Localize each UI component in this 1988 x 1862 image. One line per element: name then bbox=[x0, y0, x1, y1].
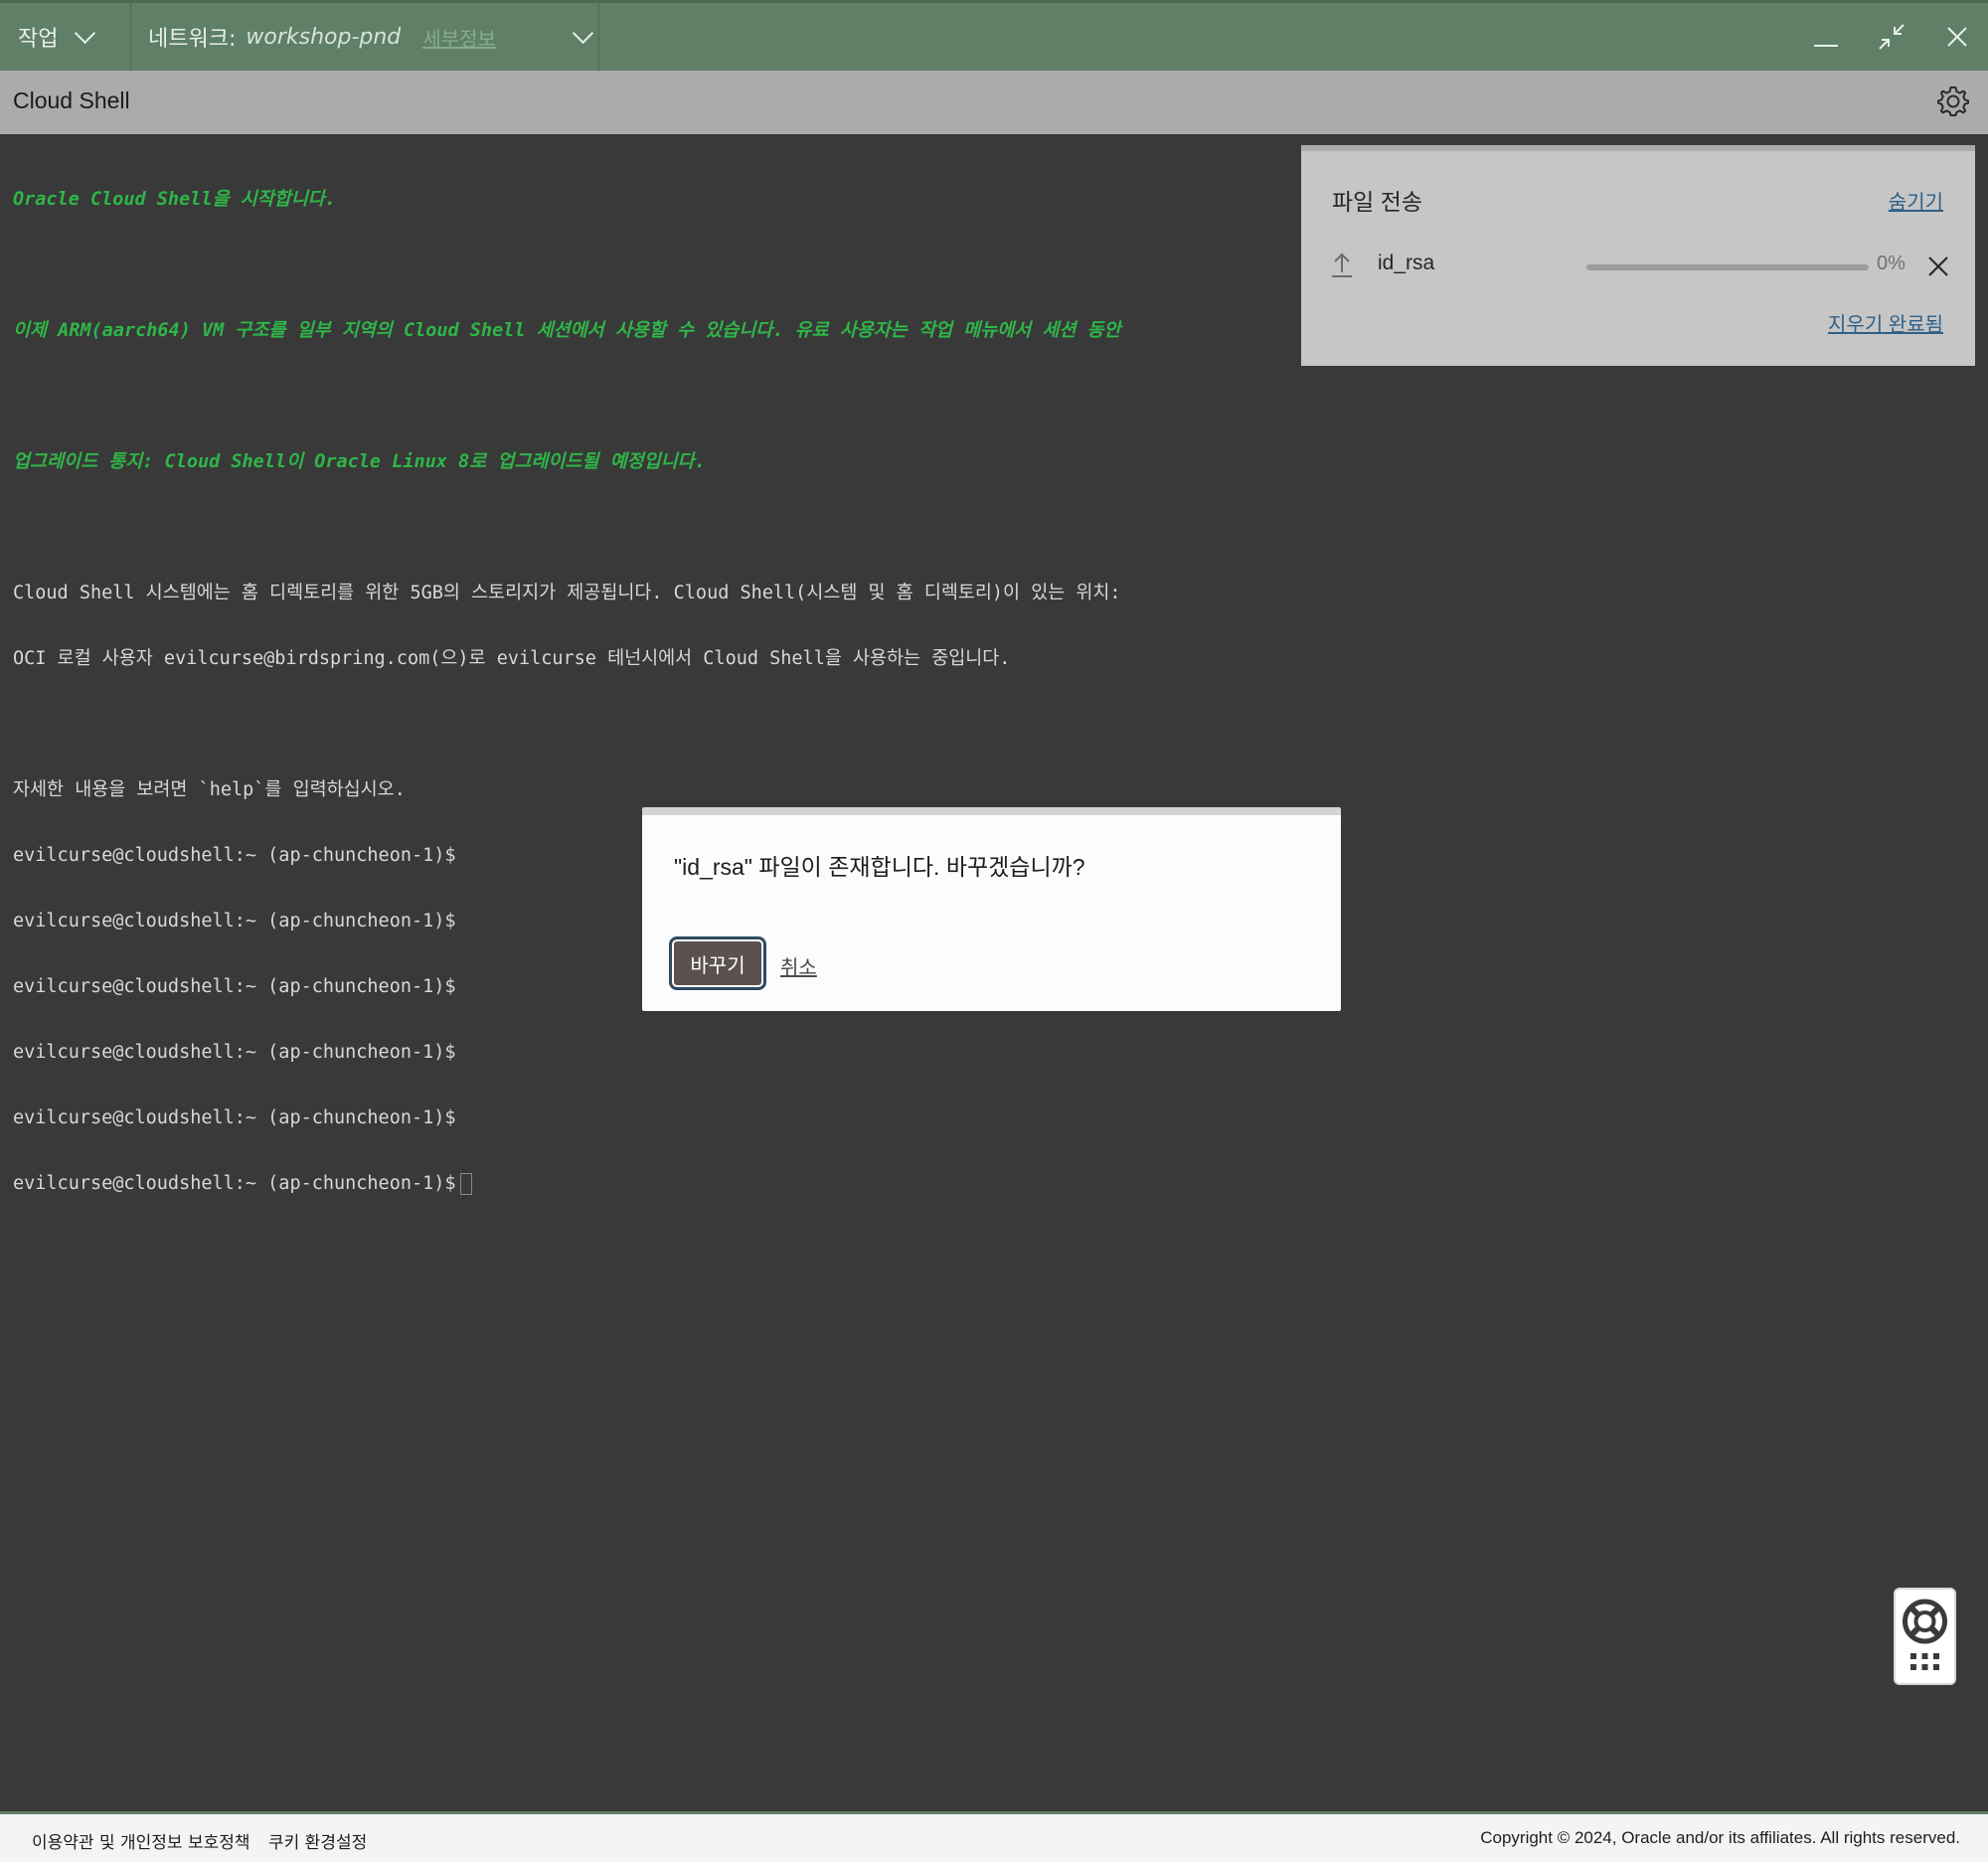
terminal-prompt-line: evilcurse@cloudshell:~ (ap-chuncheon-1)$ bbox=[13, 1173, 456, 1194]
footer: 이용약관 및 개인정보 보호정책 쿠키 환경설정 Copyright © 202… bbox=[0, 1811, 1988, 1862]
cloud-shell-header: Cloud Shell bbox=[0, 71, 1988, 134]
terminal-arm-notice-line: 이제 ARM(aarch64) VM 구조를 일부 지역의 Cloud Shel… bbox=[13, 320, 1121, 341]
terminal-welcome-line: Oracle Cloud Shell을 시작합니다. bbox=[13, 189, 336, 210]
cancel-link[interactable]: 취소 bbox=[780, 951, 817, 980]
lifebuoy-icon bbox=[1903, 1599, 1947, 1670]
terminal-upgrade-notice-line: 업그레이드 통지: Cloud Shell이 Oracle Linux 8로 업… bbox=[13, 451, 706, 472]
copyright-text: Copyright © 2024, Oracle and/or its affi… bbox=[1480, 1828, 1960, 1847]
network-value: workshop-pnd bbox=[246, 24, 402, 50]
terminal-prompt-line: evilcurse@cloudshell:~ (ap-chuncheon-1)$ bbox=[13, 1107, 456, 1128]
actions-menu[interactable]: 작업 bbox=[0, 3, 131, 71]
network-details-link[interactable]: 세부정보 bbox=[422, 23, 496, 52]
terminal-output[interactable]: Oracle Cloud Shell을 시작합니다. 이제 ARM(aarch6… bbox=[13, 145, 1121, 1217]
restore-button[interactable] bbox=[1867, 3, 1916, 71]
file-transfer-title: 파일 전송 bbox=[1332, 189, 1423, 215]
minimize-icon bbox=[1814, 45, 1838, 47]
terminal-help-line: 자세한 내용을 보려면 `help`를 입력하십시오. bbox=[13, 779, 406, 800]
actions-menu-label: 작업 bbox=[18, 27, 59, 52]
network-selector[interactable]: 네트워크: workshop-pnd 세부정보 bbox=[132, 3, 599, 71]
top-bar: 작업 네트워크: workshop-pnd 세부정보 bbox=[0, 0, 1988, 71]
collapse-icon bbox=[1879, 24, 1905, 50]
close-icon bbox=[1947, 27, 1967, 47]
replace-file-dialog: "id_rsa" 파일이 존재합니다. 바꾸겠습니까? 바꾸기 취소 bbox=[642, 807, 1341, 1011]
terminal-storage-line: Cloud Shell 시스템에는 홈 디렉토리를 위한 5GB의 스토리지가 … bbox=[13, 583, 1121, 603]
clear-completed-link[interactable]: 지우기 완료됨 bbox=[1828, 308, 1943, 337]
terminal-cursor bbox=[459, 1173, 472, 1195]
chevron-down-icon bbox=[572, 22, 593, 44]
terminal-user-line: OCI 로컬 사용자 evilcurse@birdspring.com(으)로 … bbox=[13, 648, 1011, 669]
cookie-preferences-link[interactable]: 쿠키 환경설정 bbox=[268, 1828, 367, 1853]
hide-link[interactable]: 숨기기 bbox=[1889, 186, 1943, 215]
file-transfer-panel: 파일 전송 숨기기 id_rsa 0% 지우기 완료됨 bbox=[1301, 145, 1975, 366]
close-button[interactable] bbox=[1932, 3, 1982, 71]
gear-icon[interactable] bbox=[1936, 85, 1970, 118]
transfer-progress-bar bbox=[1586, 264, 1869, 270]
cloud-shell-title: Cloud Shell bbox=[13, 87, 130, 113]
upload-icon bbox=[1332, 253, 1352, 277]
transfer-file-name: id_rsa bbox=[1378, 252, 1435, 274]
replace-button[interactable]: 바꾸기 bbox=[669, 936, 766, 990]
close-icon[interactable] bbox=[1926, 254, 1950, 278]
network-label: 네트워크: bbox=[148, 27, 237, 52]
terminal-prompt-line: evilcurse@cloudshell:~ (ap-chuncheon-1)$ bbox=[13, 1042, 456, 1063]
file-transfer-item: id_rsa 0% bbox=[1331, 247, 1950, 286]
terms-link[interactable]: 이용약관 및 개인정보 보호정책 bbox=[32, 1828, 250, 1853]
chevron-down-icon bbox=[75, 22, 96, 44]
dialog-message: "id_rsa" 파일이 존재합니다. 바꾸겠습니까? bbox=[674, 854, 1085, 880]
minimize-button[interactable] bbox=[1801, 3, 1851, 71]
help-widget[interactable] bbox=[1894, 1588, 1956, 1685]
transfer-progress-text: 0% bbox=[1877, 253, 1905, 274]
